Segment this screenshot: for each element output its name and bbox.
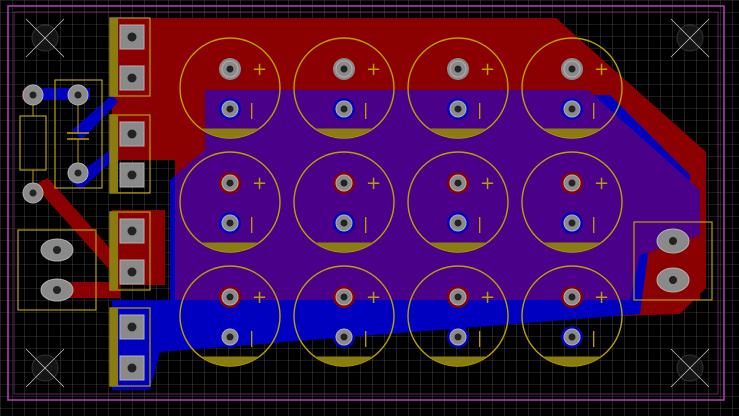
mounting-hole-icon[interactable] [25, 348, 65, 388]
polarity-plus-label: + [594, 173, 609, 194]
mounting-hole-icon[interactable] [670, 348, 710, 388]
polarity-plus-label: + [594, 59, 609, 80]
polarity-plus-label: + [252, 59, 267, 80]
polarity-plus-label: + [594, 287, 609, 308]
pad-icon[interactable] [67, 84, 89, 106]
polarity-plus-label: + [366, 173, 381, 194]
polarity-plus-label: + [366, 287, 381, 308]
polarity-minus-label: | [249, 214, 254, 233]
polarity-minus-label: | [477, 100, 482, 119]
pad-icon[interactable] [22, 84, 44, 106]
polarity-plus-label: + [252, 287, 267, 308]
polarity-plus-label: + [480, 59, 495, 80]
polarity-minus-label: | [249, 100, 254, 119]
polarity-minus-label: | [591, 328, 596, 347]
polarity-minus-label: | [363, 214, 368, 233]
polarity-plus-label: + [252, 173, 267, 194]
polarity-minus-label: | [477, 328, 482, 347]
polarity-minus-label: | [591, 100, 596, 119]
polarity-plus-label: + [366, 59, 381, 80]
polarity-minus-label: | [591, 214, 596, 233]
polarity-plus-label: + [480, 287, 495, 308]
polarity-minus-label: | [477, 214, 482, 233]
mounting-hole-icon[interactable] [25, 18, 65, 58]
polarity-plus-label: + [480, 173, 495, 194]
polarity-minus-label: | [249, 328, 254, 347]
pcb-layout-canvas[interactable]: + | + | + | + | + | + | + | + | + | + | + | + | [0, 0, 739, 416]
pad-icon[interactable] [22, 182, 44, 204]
mounting-hole-icon[interactable] [670, 18, 710, 58]
polarity-minus-label: | [363, 328, 368, 347]
pad-icon[interactable] [67, 162, 89, 184]
polarity-minus-label: | [363, 100, 368, 119]
